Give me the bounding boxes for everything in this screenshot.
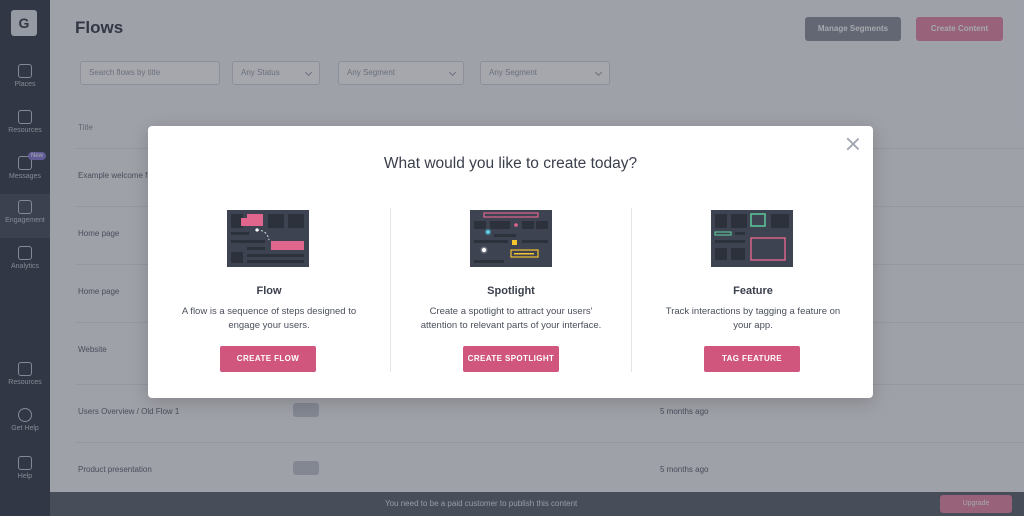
option-name: Spotlight bbox=[487, 285, 535, 297]
option-name: Flow bbox=[256, 285, 282, 297]
option-description: Create a spotlight to attract your users… bbox=[420, 306, 602, 331]
option-description: Track interactions by tagging a feature … bbox=[665, 306, 841, 331]
flow-option: Flow A flow is a sequence of steps desig… bbox=[148, 208, 390, 372]
modal-title: What would you like to create today? bbox=[383, 155, 638, 172]
option-name: Feature bbox=[733, 285, 773, 297]
option-description: A flow is a sequence of steps designed t… bbox=[181, 306, 357, 331]
create-flow-button[interactable]: CREATE FLOW bbox=[220, 346, 316, 372]
spotlight-illustration-icon bbox=[470, 210, 552, 267]
feature-option: Feature Track interactions by tagging a … bbox=[632, 208, 874, 372]
feature-illustration-icon bbox=[711, 210, 793, 267]
spotlight-option: Spotlight Create a spotlight to attract … bbox=[390, 208, 632, 372]
create-content-modal: What would you like to create today? Flo… bbox=[148, 126, 873, 398]
flow-illustration-icon bbox=[227, 210, 309, 267]
tag-feature-button[interactable]: TAG FEATURE bbox=[704, 346, 800, 372]
close-icon[interactable] bbox=[845, 136, 861, 152]
create-spotlight-button[interactable]: CREATE SPOTLIGHT bbox=[463, 346, 559, 372]
